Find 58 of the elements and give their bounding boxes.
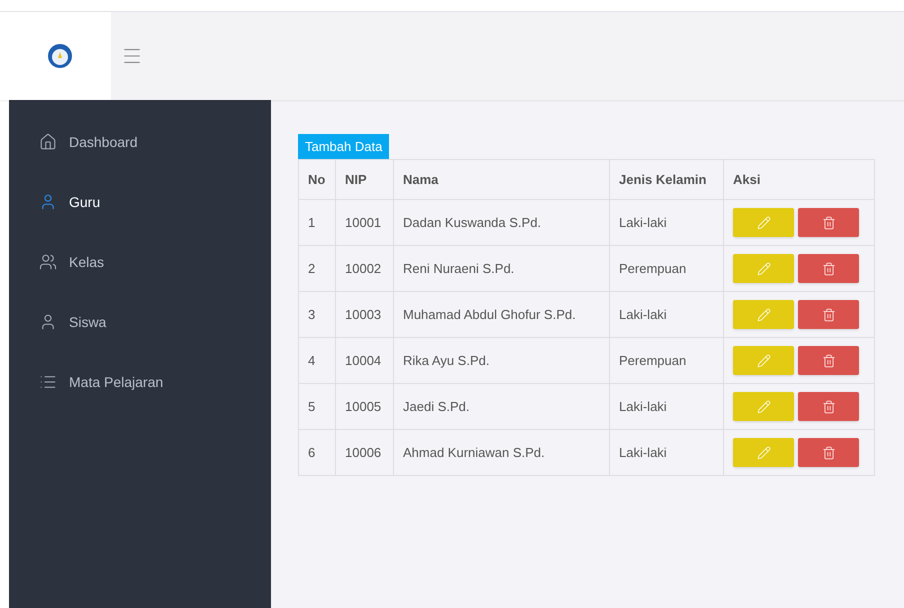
delete-button[interactable]	[798, 254, 859, 283]
table-cell: 4	[298, 338, 336, 384]
table-cell: 10005	[336, 384, 394, 430]
column-header: Jenis Kelamin	[610, 160, 724, 200]
table-cell: Perempuan	[610, 246, 724, 292]
table-cell: Laki-laki	[610, 200, 724, 246]
pencil-icon	[756, 354, 770, 368]
table-cell: 10006	[336, 430, 394, 476]
sidebar-item[interactable]: Kelas	[9, 232, 271, 292]
table-cell: Perempuan	[610, 338, 724, 384]
home-icon	[39, 133, 57, 151]
trash-icon	[822, 354, 836, 368]
delete-button[interactable]	[798, 208, 859, 237]
delete-button[interactable]	[798, 438, 859, 467]
table-cell: 10001	[336, 200, 394, 246]
table-cell: 10003	[336, 292, 394, 338]
pencil-icon	[756, 400, 770, 414]
table-cell: Laki-laki	[610, 430, 724, 476]
column-header: Nama	[394, 160, 610, 200]
table-cell: Laki-laki	[610, 292, 724, 338]
user-icon	[39, 193, 57, 211]
sidebar-item[interactable]: Siswa	[9, 292, 271, 352]
trash-icon	[822, 446, 836, 460]
table-cell: 2	[298, 246, 336, 292]
table-cell: 10004	[336, 338, 394, 384]
delete-button[interactable]	[798, 346, 859, 375]
users-icon	[39, 253, 57, 271]
table-cell: 5	[298, 384, 336, 430]
table-cell: Dadan Kuswanda S.Pd.	[394, 200, 610, 246]
trash-icon	[822, 216, 836, 230]
sidebar-item[interactable]: Dashboard	[9, 112, 271, 172]
table-cell: Laki-laki	[610, 384, 724, 430]
pencil-icon	[756, 446, 770, 460]
table-cell: 6	[298, 430, 336, 476]
sidebar-item[interactable]: Mata Pelajaran	[9, 352, 271, 412]
delete-button[interactable]	[798, 300, 859, 329]
column-header: Aksi	[724, 160, 874, 200]
pencil-icon	[756, 216, 770, 230]
user-icon	[39, 313, 57, 331]
logo-icon	[47, 43, 73, 69]
delete-button[interactable]	[798, 392, 859, 421]
pencil-icon	[756, 262, 770, 276]
trash-icon	[822, 400, 836, 414]
column-header: No	[298, 160, 336, 200]
table-cell: Rika Ayu S.Pd.	[394, 338, 610, 384]
column-header: NIP	[336, 160, 394, 200]
table-cell: Reni Nuraeni S.Pd.	[394, 246, 610, 292]
trash-icon	[822, 308, 836, 322]
table-cell: Jaedi S.Pd.	[394, 384, 610, 430]
list-icon	[39, 373, 57, 391]
trash-icon	[822, 262, 836, 276]
table-cell: 10002	[336, 246, 394, 292]
table-cell: 3	[298, 292, 336, 338]
sidebar-item[interactable]: Guru	[9, 172, 271, 232]
pencil-icon	[756, 308, 770, 322]
table-cell: Muhamad Abdul Ghofur S.Pd.	[394, 292, 610, 338]
table-cell: Ahmad Kurniawan S.Pd.	[394, 430, 610, 476]
table-cell: 1	[298, 200, 336, 246]
